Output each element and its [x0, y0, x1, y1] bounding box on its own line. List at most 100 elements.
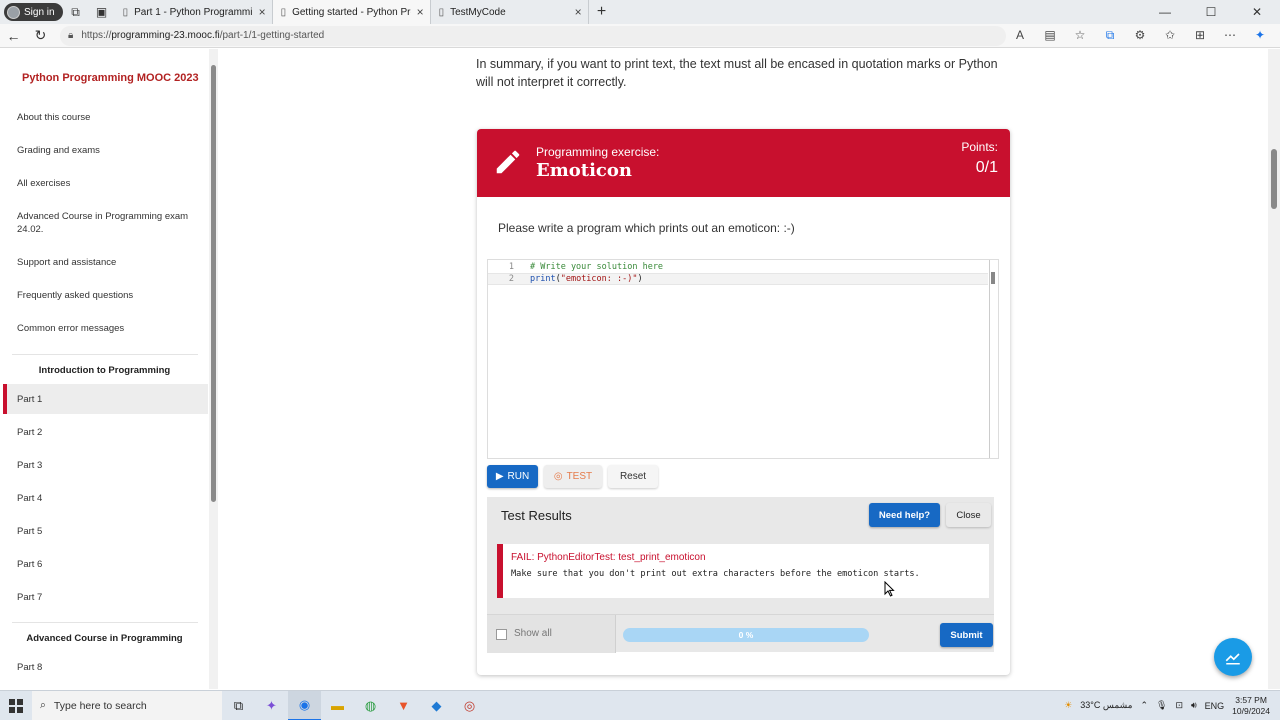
tab-part-1[interactable]: ▯ Part 1 - Python Programming MC ×: [115, 0, 273, 24]
microphone-icon[interactable]: 🎙︎: [1156, 700, 1167, 711]
back-icon[interactable]: ←: [0, 28, 27, 44]
file-explorer-icon[interactable]: ▬: [321, 691, 354, 720]
close-tab-icon[interactable]: ×: [259, 5, 266, 19]
favorites-icon[interactable]: ✩: [1156, 28, 1184, 43]
more-menu-icon[interactable]: ⋯: [1216, 28, 1244, 43]
exercise-kicker: Programming exercise:: [536, 145, 660, 159]
course-title[interactable]: Python Programming MOOC 2023: [22, 72, 199, 84]
sidebar-item-part-2[interactable]: Part 2: [17, 426, 197, 439]
maximize-icon[interactable]: ☐: [1188, 0, 1234, 24]
need-help-button[interactable]: Need help?: [869, 503, 940, 527]
language-indicator[interactable]: ENG: [1205, 701, 1225, 711]
sidebar-item-support[interactable]: Support and assistance: [17, 256, 197, 269]
exercise-title: Emoticon: [536, 160, 632, 181]
test-results-footer: Show all 0 % Submit: [487, 614, 994, 653]
test-progress-bar: 0 %: [623, 628, 869, 642]
tab-title: TestMyCode: [450, 6, 506, 18]
new-tab-icon[interactable]: +: [589, 3, 615, 21]
immersive-reader-icon[interactable]: ▤: [1036, 28, 1064, 43]
url-path: /part-1/1-getting-started: [219, 30, 325, 41]
browser-toolbar: A ▤ ☆ ⧉ ⚙ ✩ ⊞ ⋯ ✦: [1006, 28, 1274, 43]
sidebar-section-advanced: Advanced Course in Programming: [26, 633, 183, 644]
refresh-icon[interactable]: ↻: [27, 27, 54, 44]
close-results-button[interactable]: Close: [946, 503, 991, 527]
sidebar-item-grading[interactable]: Grading and exams: [17, 144, 197, 157]
signin-button[interactable]: Sign in: [4, 3, 63, 21]
line-number: 2: [508, 274, 514, 284]
sidebar-item-part-8[interactable]: Part 8: [17, 661, 197, 674]
close-tab-icon[interactable]: ×: [417, 5, 424, 19]
code-editor[interactable]: 1 # Write your solution here 2 print("em…: [487, 259, 999, 459]
code-line-current[interactable]: 2 print("emoticon: :-)"): [488, 273, 988, 285]
editor-scrollbar[interactable]: [989, 260, 990, 458]
reset-button[interactable]: Reset: [608, 465, 658, 488]
split-screen-icon[interactable]: ⧉: [1096, 28, 1124, 43]
start-button[interactable]: [0, 691, 32, 720]
sidebar-item-faq[interactable]: Frequently asked questions: [17, 289, 197, 302]
stats-fab-button[interactable]: [1214, 638, 1252, 676]
page-icon: ▯: [438, 6, 445, 18]
submit-button[interactable]: Submit: [940, 623, 993, 647]
close-tab-icon[interactable]: ×: [575, 5, 582, 19]
sidebar-item-exercises[interactable]: All exercises: [17, 177, 197, 190]
sidebar-scroll-thumb[interactable]: [211, 65, 216, 502]
sidebar-item-advanced-exam[interactable]: Advanced Course in Programming exam 24.0…: [17, 210, 197, 236]
sidebar-scrollbar[interactable]: [209, 49, 218, 689]
tab-testmycode[interactable]: ▯ TestMyCode ×: [431, 0, 589, 24]
copilot-app-icon[interactable]: ✦: [255, 691, 288, 720]
sidebar-item-part-7[interactable]: Part 7: [17, 591, 197, 604]
run-button[interactable]: ▶ RUN: [487, 465, 538, 488]
test-button[interactable]: ◎ TEST: [544, 465, 602, 488]
tab-getting-started[interactable]: ▯ Getting started - Python Program ×: [272, 0, 431, 24]
sidebar-item-errors[interactable]: Common error messages: [17, 322, 197, 335]
sidebar-item-part-1[interactable]: Part 1: [17, 393, 197, 406]
profile-avatar: [7, 5, 20, 19]
eye-icon: ◎: [553, 471, 563, 482]
minimize-icon[interactable]: —: [1142, 0, 1188, 24]
brave-browser-icon[interactable]: ▼: [387, 691, 420, 720]
task-view-icon[interactable]: ⧉: [222, 691, 255, 720]
url-field[interactable]: 🔒︎ https://programming-23.mooc.fi/part-1…: [60, 25, 1006, 46]
line-number: 1: [508, 262, 514, 272]
tab-actions-icon[interactable]: ▣: [89, 0, 115, 24]
points-value: 0/1: [975, 159, 998, 176]
browser-tab-strip: Sign in ⧉ ▣ ▯ Part 1 - Python Programmin…: [0, 0, 1280, 24]
media-app-icon[interactable]: ◎: [453, 691, 486, 720]
sidebar-item-part-4[interactable]: Part 4: [17, 492, 197, 505]
taskbar-clock[interactable]: 3:57 PM 10/9/2024: [1232, 695, 1270, 717]
code-line[interactable]: 1 # Write your solution here: [488, 261, 988, 273]
taskbar-search[interactable]: ⌕ Type here to search: [32, 690, 222, 720]
editor-scroll-marker: [991, 272, 995, 284]
signin-label: Sign in: [24, 6, 55, 18]
summary-paragraph: In summary, if you want to print text, t…: [476, 57, 998, 89]
system-tray: ☀ 33°C مشمس ⌃ 🎙︎ ⊡ 🔊︎ ENG 3:57 PM 10/9/2…: [1064, 695, 1280, 717]
sidebar-section-intro: Introduction to Programming: [38, 365, 171, 376]
copilot-icon[interactable]: ✦: [1246, 28, 1274, 43]
weather-text[interactable]: 33°C مشمس: [1080, 700, 1132, 711]
code-comment: # Write your solution here: [530, 262, 664, 272]
edge-browser-icon[interactable]: ◉: [288, 690, 321, 720]
vscode-icon[interactable]: ◆: [420, 691, 453, 720]
sidebar-item-part-5[interactable]: Part 5: [17, 525, 197, 538]
page-scroll-thumb[interactable]: [1271, 149, 1277, 209]
show-all-label[interactable]: Show all: [514, 628, 552, 639]
page-icon: ▯: [280, 6, 287, 18]
sidebar-item-part-6[interactable]: Part 6: [17, 558, 197, 571]
workspaces-icon[interactable]: ⧉: [63, 0, 89, 24]
favorite-star-icon[interactable]: ☆: [1066, 28, 1094, 43]
tray-chevron-icon[interactable]: ⌃: [1140, 700, 1148, 711]
network-icon[interactable]: ⊡: [1175, 700, 1183, 711]
play-icon: ▶: [495, 471, 504, 482]
pencil-icon: [496, 150, 520, 174]
chrome-app-icon[interactable]: ◍: [354, 691, 387, 720]
read-aloud-icon[interactable]: A: [1006, 28, 1034, 43]
show-all-checkbox[interactable]: [496, 629, 507, 640]
test-results-header: Test Results Need help? Close: [487, 497, 994, 533]
close-window-icon[interactable]: ✕: [1234, 0, 1280, 24]
page-scrollbar[interactable]: [1268, 49, 1280, 689]
volume-icon[interactable]: 🔊︎: [1191, 700, 1197, 711]
sidebar-item-about[interactable]: About this course: [17, 111, 197, 124]
collections-icon[interactable]: ⊞: [1186, 28, 1214, 43]
extensions-icon[interactable]: ⚙: [1126, 28, 1154, 43]
sidebar-item-part-3[interactable]: Part 3: [17, 459, 197, 472]
